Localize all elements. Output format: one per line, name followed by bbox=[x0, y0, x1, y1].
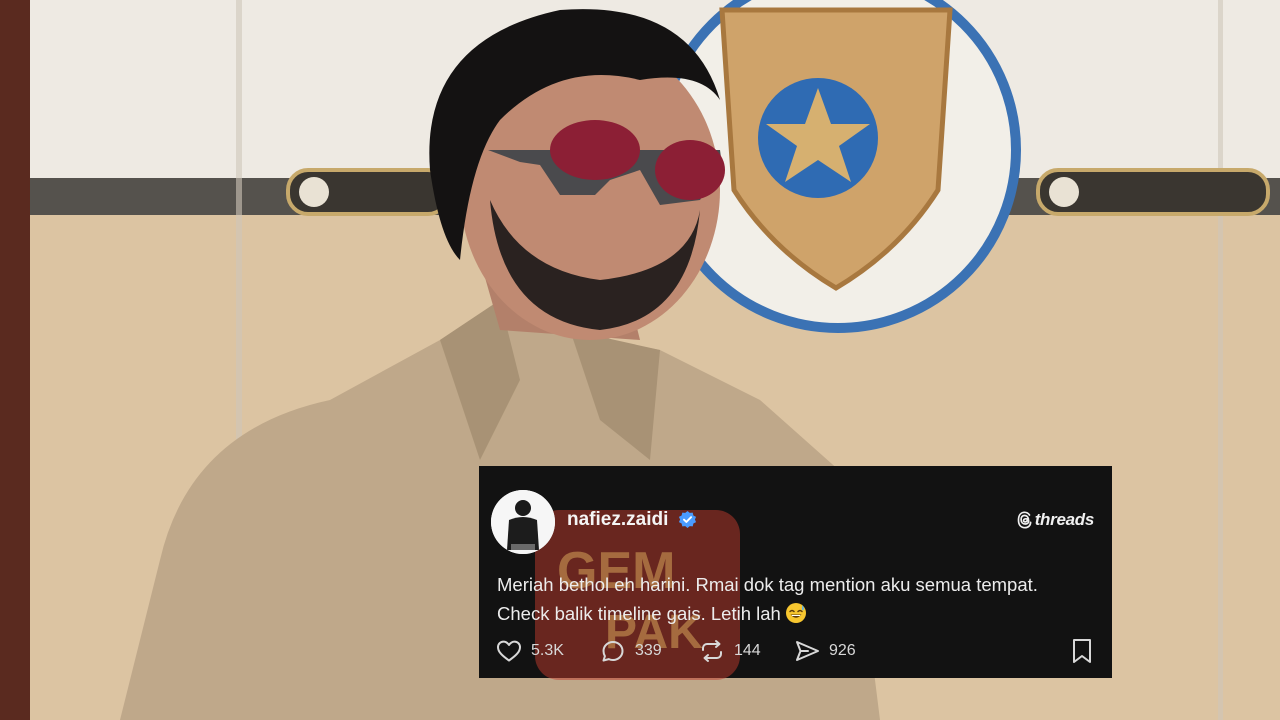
reply-button[interactable]: 339 bbox=[600, 639, 662, 663]
sweat-smile-emoji-icon bbox=[785, 603, 806, 623]
send-icon bbox=[796, 641, 819, 661]
comment-icon bbox=[602, 641, 624, 662]
repost-icon bbox=[702, 640, 722, 662]
threads-post-card: GEM PAK nafiez.zaidi threads Meriah beth… bbox=[479, 466, 1112, 680]
post-text-line-1: Meriah bethol eh harini. Rmai dok tag me… bbox=[497, 574, 1038, 595]
threads-wordmark: threads bbox=[1034, 510, 1095, 529]
share-count: 926 bbox=[829, 642, 856, 659]
reply-count: 339 bbox=[635, 642, 662, 659]
bookmark-icon[interactable] bbox=[1071, 638, 1093, 664]
threads-brand: threads bbox=[1017, 510, 1094, 530]
like-button[interactable]: 5.3K bbox=[496, 639, 564, 663]
like-count: 5.3K bbox=[531, 642, 564, 659]
post-text-line-2-text: Check balik timeline gais. Letih lah bbox=[497, 603, 781, 624]
username[interactable]: nafiez.zaidi bbox=[567, 509, 668, 531]
verified-badge-icon bbox=[678, 510, 697, 529]
post-text: Meriah bethol eh harini. Rmai dok tag me… bbox=[497, 570, 1097, 628]
repost-button[interactable]: 144 bbox=[699, 639, 761, 663]
share-button[interactable]: 926 bbox=[794, 639, 856, 663]
repost-count: 144 bbox=[734, 642, 761, 659]
avatar[interactable] bbox=[491, 490, 555, 554]
heart-icon bbox=[497, 640, 521, 662]
threads-logo-icon bbox=[1017, 511, 1032, 529]
post-text-line-2: Check balik timeline gais. Letih lah bbox=[497, 599, 1097, 628]
